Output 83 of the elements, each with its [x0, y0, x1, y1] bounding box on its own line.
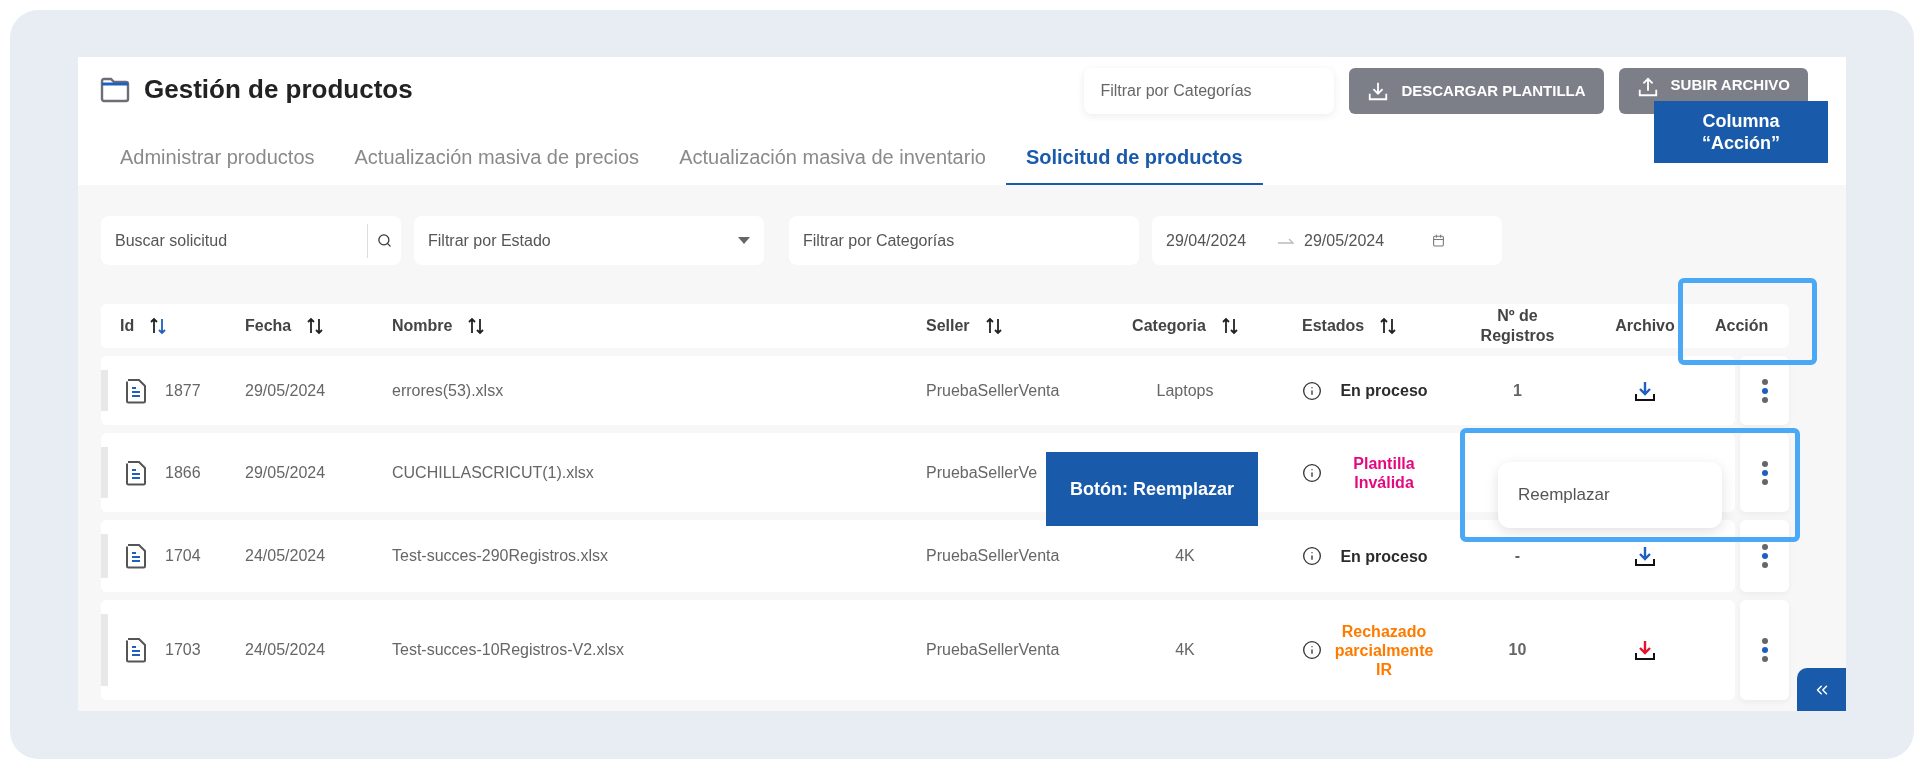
action-menu-button[interactable] — [1740, 433, 1789, 512]
table-cell: CUCHILLASCRICUT(1).xlsx — [392, 463, 594, 481]
tab[interactable]: Actualización masiva de precios — [334, 130, 660, 185]
download-icon — [1367, 80, 1390, 102]
table-cell: PruebaSellerVenta — [926, 381, 1060, 399]
document-icon — [125, 377, 147, 404]
table-cell: PruebaSellerVenta — [926, 547, 1060, 564]
download-icon[interactable] — [1633, 638, 1657, 662]
info-icon[interactable] — [1302, 462, 1322, 483]
folder-icon — [100, 76, 130, 103]
table-row[interactable]: 1877 29/05/2024 errores(53).xlsx PruebaSellerVenta Laptops En proceso 1 — [101, 356, 1735, 425]
page-title: Gestión de productos — [144, 73, 413, 106]
status-text: En proceso — [1339, 546, 1429, 566]
more-options-icon[interactable] — [1760, 637, 1769, 663]
tab[interactable]: Administrar productos — [100, 130, 335, 185]
info-icon[interactable] — [1302, 546, 1322, 566]
table-cell-text: Laptops — [1156, 380, 1214, 401]
sort-icon[interactable] — [150, 317, 167, 335]
search-icon[interactable] — [377, 233, 392, 248]
tab[interactable]: Actualización masiva de inventario — [659, 130, 1006, 185]
table-cell: 24/05/2024 — [245, 641, 326, 658]
table-cell-text: 1703 — [165, 640, 201, 660]
table-cell: PruebaSellerVenta — [926, 641, 1060, 658]
table-cell-text: 10 — [1508, 640, 1527, 660]
table-cell-text: 4K — [1175, 640, 1195, 660]
table-cell-text: 1 — [1513, 380, 1522, 401]
category-filter-field[interactable]: Filtrar por Categorías — [789, 216, 1139, 265]
table-cell-text: 4K — [1175, 546, 1195, 566]
table-cell: PruebaSellerVe — [926, 463, 1038, 481]
sort-icon[interactable] — [468, 317, 485, 335]
upload-icon — [1636, 76, 1659, 98]
table-row[interactable]: 1704 24/05/2024 Test-succes-290Registros.xlsx PruebaSellerVenta 4K En proceso - — [101, 520, 1735, 592]
info-icon[interactable] — [1302, 380, 1322, 401]
calendar-icon[interactable] — [1432, 234, 1445, 247]
column-header: Fecha — [245, 316, 292, 336]
tab[interactable]: Solicitud de productos — [1005, 130, 1263, 185]
dropdown-caret-icon — [738, 237, 750, 244]
sort-icon[interactable] — [307, 317, 324, 335]
download-button[interactable]: DESCARGAR PLANTILLA — [1349, 68, 1604, 114]
more-options-icon[interactable] — [1760, 459, 1769, 486]
annotation-tooltip: Botón: Reemplazar — [1046, 452, 1258, 526]
info-icon[interactable] — [1302, 640, 1322, 660]
table-cell: errores(53).xlsx — [392, 381, 504, 399]
table-cell: 24/05/2024 — [245, 547, 326, 564]
more-options-icon[interactable] — [1760, 377, 1769, 404]
table-cell: Test-succes-290Registros.xlsx — [392, 547, 609, 564]
column-header: Seller — [926, 316, 970, 336]
search-field[interactable]: Buscar solicitud — [101, 216, 401, 265]
date-from-field[interactable]: 29/04/2024 — [1166, 228, 1276, 253]
column-header: Estados — [1302, 316, 1365, 336]
table-cell: 29/05/2024 — [245, 463, 326, 481]
state-filter-dropdown[interactable]: Filtrar por Estado — [414, 216, 764, 265]
download-icon[interactable] — [1633, 544, 1657, 568]
status-text: En proceso — [1339, 381, 1429, 400]
menu-item[interactable]: Reemplazar — [1518, 482, 1722, 508]
sort-icon[interactable] — [1221, 317, 1238, 335]
action-menu-button[interactable] — [1740, 520, 1789, 592]
date-to-field[interactable]: 29/05/2024 — [1304, 228, 1414, 253]
column-header: Acción — [1715, 316, 1769, 336]
sort-icon[interactable] — [985, 317, 1002, 335]
column-header: Nombre — [392, 316, 453, 336]
column-header: Archivo — [1615, 316, 1675, 336]
document-icon — [125, 543, 147, 569]
document-icon — [125, 637, 147, 663]
status-text: Plantilla Inválida — [1352, 453, 1416, 492]
table-cell-text: - — [1514, 546, 1521, 566]
table-cell-text: 1877 — [165, 380, 201, 401]
category-filter-field[interactable]: Filtrar por Categorías — [1084, 68, 1335, 114]
table-cell-text: 1704 — [165, 546, 201, 566]
sort-icon[interactable] — [1380, 317, 1397, 335]
table-cell-text: 1866 — [165, 462, 201, 483]
table-row[interactable]: 1703 24/05/2024 Test-succes-10Registros-V2.xlsx PruebaSellerVenta 4K Rechazado parcialmente IR 10 — [101, 600, 1735, 700]
collapse-button[interactable] — [1797, 668, 1846, 711]
table-cell: 29/05/2024 — [245, 381, 326, 399]
more-options-icon[interactable] — [1760, 543, 1769, 569]
annotation-tooltip: Columna “Acción” — [1654, 101, 1828, 163]
table-cell: Test-succes-10Registros-V2.xlsx — [392, 641, 625, 658]
column-header: Id — [120, 316, 135, 336]
column-header: Nº de Registros — [1479, 306, 1556, 346]
column-header: Categoria — [1132, 316, 1206, 336]
action-menu-button[interactable] — [1740, 356, 1789, 425]
status-text: Rechazado parcialmente IR — [1334, 621, 1434, 679]
document-icon — [125, 459, 147, 486]
